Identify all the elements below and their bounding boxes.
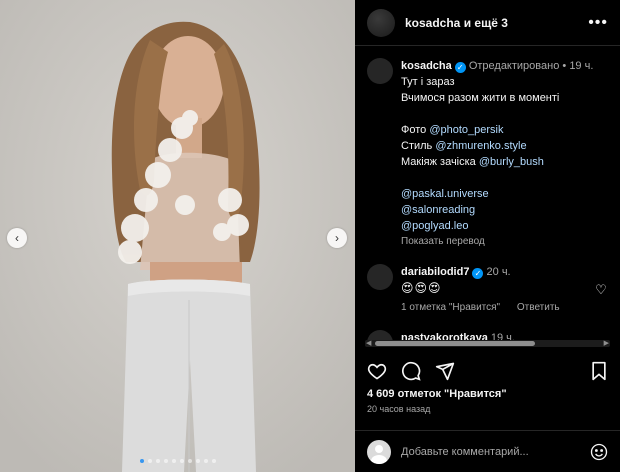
edited-label: Отредактировано xyxy=(468,60,560,72)
carousel-dot xyxy=(195,459,200,463)
carousel-indicator xyxy=(0,459,355,463)
verified-icon: ✓ xyxy=(472,268,484,279)
comment-text: 😍😍😍 xyxy=(401,281,442,295)
mention-link[interactable]: @paskal.universe xyxy=(401,186,608,202)
carousel-dot xyxy=(179,459,184,463)
separator-dot: • xyxy=(562,60,567,72)
horizontal-scrollbar[interactable]: ◀ ▶ xyxy=(365,340,610,347)
reply-button[interactable]: Ответить xyxy=(517,302,560,313)
show-translation-link[interactable]: Показать перевод xyxy=(401,234,608,250)
carousel-dot xyxy=(163,459,168,463)
caption-line xyxy=(401,106,608,122)
caption-avatar[interactable] xyxy=(367,58,393,84)
caption-line: Вчимося разом жити в моменті xyxy=(401,92,560,104)
scroll-left-icon[interactable]: ◀ xyxy=(366,339,371,347)
comment-username[interactable]: dariabilodid7 xyxy=(401,266,469,278)
author-avatar[interactable] xyxy=(367,8,395,37)
carousel-dot xyxy=(147,459,152,463)
bookmark-icon[interactable] xyxy=(590,361,608,381)
likes-count[interactable]: 4 609 отметок "Нравится" xyxy=(367,388,507,400)
caption-line: Тут і зараз xyxy=(401,76,455,88)
viewer-avatar xyxy=(367,439,391,464)
post-details-panel: kosadcha и ещё 3 ••• kosadcha ✓ Отредакти… xyxy=(355,0,620,472)
post-timestamp: 20 часов назад xyxy=(367,404,431,414)
credit-label: Фото xyxy=(401,124,427,136)
carousel-dot xyxy=(171,459,176,463)
emoji-icon[interactable] xyxy=(590,443,608,461)
credit-label: Стиль xyxy=(401,140,433,152)
more-horizontal-icon[interactable]: ••• xyxy=(588,14,608,32)
chevron-right-icon: › xyxy=(335,231,339,245)
comment-input[interactable] xyxy=(401,445,590,458)
carousel-dot xyxy=(187,459,192,463)
caption-time: 19 ч. xyxy=(569,60,594,72)
carousel-prev-button[interactable]: ‹ xyxy=(7,228,27,248)
comment-icon[interactable] xyxy=(401,361,421,381)
comment-time: 19 ч. xyxy=(490,332,515,340)
comment-composer xyxy=(355,430,620,472)
mention-link[interactable]: @zhmurenko.style xyxy=(435,140,526,152)
post-actions xyxy=(355,356,620,386)
carousel-dot xyxy=(139,459,144,463)
carousel-dot xyxy=(203,459,208,463)
mention-link[interactable]: @burly_bush xyxy=(479,156,544,168)
verified-icon: ✓ xyxy=(454,62,466,73)
comment-item: dariabilodid7 ✓ 20 ч. 😍😍😍 1 отметка "Нрав… xyxy=(367,264,608,316)
comment-time: 20 ч. xyxy=(486,266,511,278)
carousel-next-button[interactable]: › xyxy=(327,228,347,248)
comment-avatar[interactable] xyxy=(367,264,393,290)
chevron-left-icon: ‹ xyxy=(15,231,19,245)
post-media[interactable]: ‹ › xyxy=(0,0,355,472)
carousel-dot xyxy=(211,459,216,463)
post-author[interactable]: kosadcha и ещё 3 xyxy=(405,16,508,30)
comment-username[interactable]: nastyakorotkaya xyxy=(401,332,488,340)
heart-icon[interactable] xyxy=(367,361,387,381)
comments-list[interactable]: kosadcha ✓ Отредактировано • 19 ч. Тут і … xyxy=(355,47,620,340)
scrollbar-thumb[interactable] xyxy=(375,341,535,346)
comment-item: nastyakorotkaya 19 ч. 😍 ♡ xyxy=(367,330,608,340)
comment-likes[interactable]: 1 отметка "Нравится" xyxy=(401,302,500,313)
mention-link[interactable]: @poglyad.leo xyxy=(401,218,608,234)
post-photo xyxy=(0,0,355,472)
heart-icon[interactable]: ♡ xyxy=(594,282,608,298)
post-header: kosadcha и ещё 3 ••• xyxy=(355,0,620,46)
caption-username[interactable]: kosadcha xyxy=(401,60,452,72)
scroll-right-icon[interactable]: ▶ xyxy=(604,339,609,347)
carousel-dot xyxy=(155,459,160,463)
mention-link[interactable]: @salonreading xyxy=(401,202,608,218)
credit-label: Макіяж зачіска xyxy=(401,156,476,168)
mention-link[interactable]: @photo_persik xyxy=(429,124,503,136)
caption: kosadcha ✓ Отредактировано • 19 ч. Тут і … xyxy=(367,47,608,250)
share-icon[interactable] xyxy=(435,361,455,381)
